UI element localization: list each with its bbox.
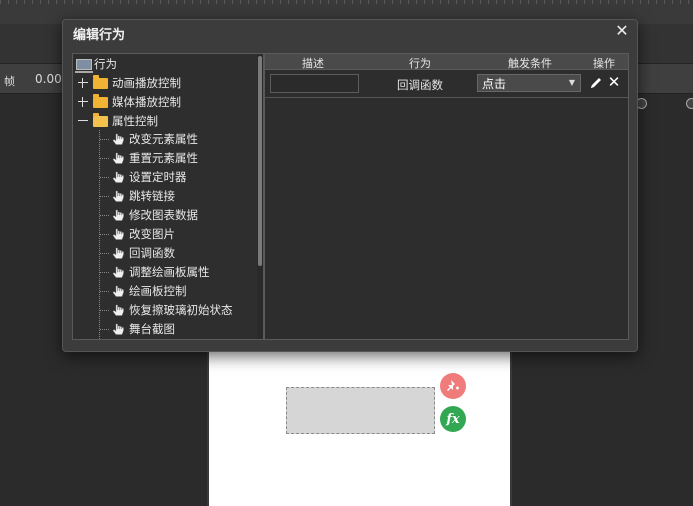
tree-group-property[interactable]: 属性控制	[78, 112, 158, 130]
tree-item-label: 绘画板控制	[129, 284, 187, 298]
hand-pointer-icon	[112, 304, 125, 317]
tree-item[interactable]: 改变图片	[112, 225, 175, 243]
tree-root-label: 行为	[94, 57, 117, 71]
folder-icon	[93, 93, 108, 108]
minus-expander-icon[interactable]	[78, 116, 88, 126]
tree-guide-line	[100, 196, 109, 197]
behavior-tree: 行为 动画播放控制 媒体播放控制 属性控制 改变元素属性 重置元素属性 设置定时器跳…	[72, 53, 264, 340]
tree-item-label: 修改图表数据	[129, 208, 198, 222]
tree-item-label: 舞台截图	[129, 322, 175, 336]
hand-pointer-icon	[112, 228, 125, 241]
tree-scrollbar[interactable]	[257, 54, 263, 339]
tree-guide-line	[100, 158, 109, 159]
tree-guide-line	[100, 234, 109, 235]
scrollbar-thumb[interactable]	[258, 56, 262, 266]
dialog-title: 编辑行为	[73, 28, 126, 43]
header-action: 行为	[409, 57, 431, 70]
tree-guide-line	[100, 310, 109, 311]
tree-item[interactable]: 绘画板控制	[112, 282, 187, 300]
plus-expander-icon[interactable]	[78, 78, 88, 88]
delete-icon[interactable]: ✕	[607, 73, 621, 91]
tree-guide-line	[99, 130, 100, 339]
hand-pointer-icon	[112, 209, 125, 222]
pencil-icon[interactable]	[589, 75, 603, 91]
frame-value: 0.00	[35, 72, 62, 86]
selected-stage-element[interactable]	[286, 387, 435, 434]
header-trigger: 触发条件	[508, 57, 552, 70]
tree-item[interactable]: 调整绘画板属性	[112, 263, 210, 281]
tree-group-media[interactable]: 媒体播放控制	[78, 93, 181, 111]
table-header: 描述 行为 触发条件 操作	[265, 54, 628, 70]
tree-guide-line	[100, 291, 109, 292]
hand-pointer-icon	[112, 247, 125, 260]
fx-icon[interactable]: fx	[440, 406, 466, 432]
tree-item-label: 调整绘画板属性	[129, 265, 210, 279]
tree-item-label: 回调函数	[129, 246, 175, 260]
open-folder-icon	[93, 112, 108, 127]
hand-pointer-icon	[112, 323, 125, 336]
trigger-select-value: 点击	[482, 76, 507, 91]
tree-item[interactable]: 修改图表数据	[112, 206, 198, 224]
tree-guide-line	[100, 272, 109, 273]
tree-item-label: 恢复擦玻璃初始状态	[129, 303, 233, 317]
stage-canvas: fx	[207, 340, 512, 506]
tree-item[interactable]: 恢复擦玻璃初始状态	[112, 301, 233, 319]
tree-guide-line	[100, 177, 109, 178]
tree-item[interactable]: 设置定时器	[112, 168, 187, 186]
tree-group-animation[interactable]: 动画播放控制	[78, 74, 181, 92]
hand-pointer-icon	[112, 133, 125, 146]
tree-item-label: 跳转链接	[129, 189, 175, 203]
behavior-table: 描述 行为 触发条件 操作 回调函数 点击 ▼ ✕	[264, 53, 629, 340]
tree-item-label: 改变元素属性	[129, 132, 198, 146]
tree-group-label: 动画播放控制	[112, 76, 181, 90]
hand-pointer-icon	[112, 152, 125, 165]
tree-item[interactable]: 回调函数	[112, 244, 175, 262]
header-description: 描述	[302, 57, 324, 70]
tree-item-label: 重置元素属性	[129, 151, 198, 165]
fx-label: fx	[446, 411, 460, 427]
tree-root[interactable]: 行为	[75, 55, 117, 73]
pin-plus-icon[interactable]	[440, 373, 466, 399]
tree-group-label: 媒体播放控制	[112, 95, 181, 109]
trigger-select[interactable]: 点击 ▼	[477, 74, 581, 92]
computer-icon	[75, 58, 93, 73]
tree-item-label: 设置定时器	[129, 170, 187, 184]
tree-item[interactable]: 舞台截图	[112, 320, 175, 338]
hand-pointer-icon	[112, 171, 125, 184]
plus-expander-icon[interactable]	[78, 97, 88, 107]
header-operation: 操作	[593, 57, 615, 70]
hand-pointer-icon	[112, 285, 125, 298]
tree-guide-line	[100, 329, 109, 330]
table-row: 回调函数 点击 ▼ ✕	[265, 70, 628, 98]
tree-item-label: 改变图片	[129, 227, 175, 241]
hand-pointer-icon	[112, 266, 125, 279]
chevron-down-icon: ▼	[568, 78, 575, 87]
edit-behavior-dialog: 编辑行为 ✕ 行为 动画播放控制 媒体播放控制 属性控制 改变元素属性 重置元素属…	[62, 19, 638, 352]
tree-group-label: 属性控制	[112, 114, 158, 128]
tree-item[interactable]: 重置元素属性	[112, 149, 198, 167]
tree-guide-line	[100, 139, 109, 140]
row-action-label: 回调函数	[397, 78, 443, 92]
tree-guide-line	[100, 215, 109, 216]
tree-item[interactable]: 跳转链接	[112, 187, 175, 205]
tree-guide-line	[100, 253, 109, 254]
tree-item[interactable]: 改变元素属性	[112, 130, 198, 148]
hand-pointer-icon	[112, 190, 125, 203]
description-input[interactable]	[270, 74, 359, 93]
folder-icon	[93, 74, 108, 89]
close-icon[interactable]: ✕	[613, 22, 631, 40]
side-dot-icon[interactable]	[686, 98, 693, 109]
frame-label: 帧	[4, 75, 15, 88]
